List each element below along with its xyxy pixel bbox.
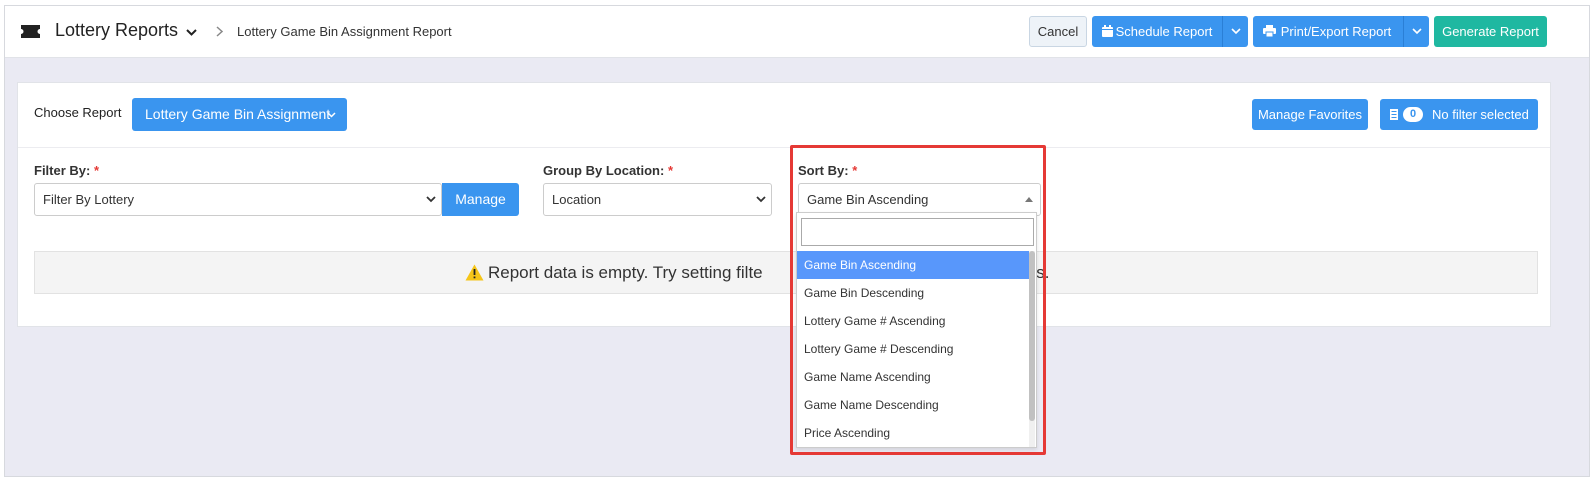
filter-status-button[interactable]: 0 No filter selected (1380, 99, 1538, 130)
print-export-dropdown[interactable] (1403, 16, 1429, 47)
chevron-down-icon (1231, 28, 1241, 35)
chevron-down-icon (327, 112, 336, 118)
choose-report-label: Choose Report (34, 105, 122, 120)
print-export-button[interactable]: Print/Export Report (1253, 16, 1403, 47)
schedule-report-label: Schedule Report (1115, 24, 1213, 39)
report-card: Choose Report Lottery Game Bin Assignmen… (17, 82, 1551, 327)
filter-by-select[interactable]: Filter By Lottery (34, 183, 442, 216)
generate-report-button[interactable]: Generate Report (1434, 16, 1547, 47)
selected-report: Lottery Game Bin Assignment (145, 106, 331, 122)
manage-favorites-button[interactable]: Manage Favorites (1252, 99, 1368, 130)
empty-report-notice: Report data is empty. Try setting filter… (34, 251, 1538, 294)
cancel-button[interactable]: Cancel (1029, 16, 1087, 47)
printer-icon (1263, 25, 1276, 37)
top-bar: Lottery Reports Lottery Game Bin Assignm… (5, 6, 1589, 58)
filter-count-badge: 0 (1403, 107, 1423, 122)
chevron-down-icon (426, 196, 436, 203)
warning-icon (465, 264, 484, 281)
filter-by-value: Filter By Lottery (43, 192, 135, 207)
group-by-value: Location (552, 192, 602, 207)
schedule-report-dropdown[interactable] (1222, 16, 1248, 47)
group-by-label: Group By Location: * (543, 163, 674, 178)
print-export-label: Print/Export Report (1280, 24, 1392, 39)
filter-by-label: Filter By: * (34, 163, 100, 178)
report-selector[interactable]: Lottery Game Bin Assignment (132, 98, 347, 131)
empty-message-left: Report data is empty. Try setting filte (488, 263, 763, 282)
manage-filter-button[interactable]: Manage (442, 183, 519, 216)
chevron-down-icon (756, 196, 766, 203)
divider (18, 147, 1550, 148)
chevron-down-icon[interactable] (185, 26, 198, 39)
filter-status-label: No filter selected (1432, 107, 1529, 122)
calendar-icon (1102, 25, 1113, 37)
group-by-select[interactable]: Location (543, 183, 772, 216)
app-title[interactable]: Lottery Reports (55, 20, 178, 41)
chevron-right-icon (216, 26, 224, 37)
chevron-down-icon (1412, 28, 1422, 35)
sort-by-highlight-box (790, 145, 1046, 455)
document-icon (1390, 109, 1398, 120)
ticket-icon (21, 25, 40, 38)
breadcrumb: Lottery Game Bin Assignment Report (237, 24, 452, 39)
schedule-report-button[interactable]: Schedule Report (1092, 16, 1222, 47)
